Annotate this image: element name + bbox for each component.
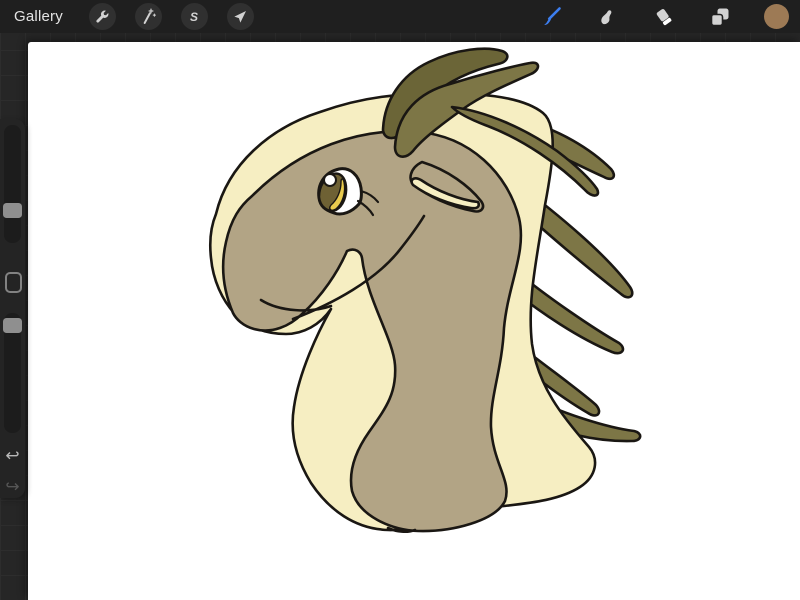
paint-tools-group <box>535 0 800 33</box>
adjustments-button[interactable] <box>135 3 162 30</box>
brush-opacity-handle[interactable] <box>3 318 22 333</box>
color-swatch <box>763 3 790 30</box>
layers-icon <box>708 5 732 29</box>
drawing-canvas[interactable] <box>28 42 800 600</box>
brush-tool-button[interactable] <box>535 0 569 33</box>
brush-opacity-slider[interactable] <box>4 313 21 433</box>
modify-button[interactable] <box>5 272 22 293</box>
actions-button[interactable] <box>89 3 116 30</box>
svg-text:S: S <box>190 10 198 24</box>
brush-size-slider[interactable] <box>4 125 21 243</box>
smudge-icon <box>596 5 620 29</box>
undo-button[interactable]: ↩ <box>0 447 25 464</box>
color-swatch-button[interactable] <box>759 0 793 33</box>
brush-sidebar: ↩ ↪ <box>0 119 25 498</box>
eraser-tool-button[interactable] <box>647 0 681 33</box>
smudge-tool-button[interactable] <box>591 0 625 33</box>
selection-button[interactable]: S <box>181 3 208 30</box>
transform-button[interactable] <box>227 3 254 30</box>
s-curve-icon: S <box>185 8 203 26</box>
layers-tool-button[interactable] <box>703 0 737 33</box>
wrench-icon <box>93 8 111 26</box>
gallery-button[interactable]: Gallery <box>0 8 77 25</box>
top-toolbar: Gallery S <box>0 0 800 33</box>
brush-icon <box>540 5 564 29</box>
brush-size-handle[interactable] <box>3 203 22 218</box>
magic-wand-icon <box>139 8 157 26</box>
eraser-icon <box>652 5 676 29</box>
arrow-cursor-icon <box>231 8 249 26</box>
redo-button[interactable]: ↪ <box>0 478 25 495</box>
